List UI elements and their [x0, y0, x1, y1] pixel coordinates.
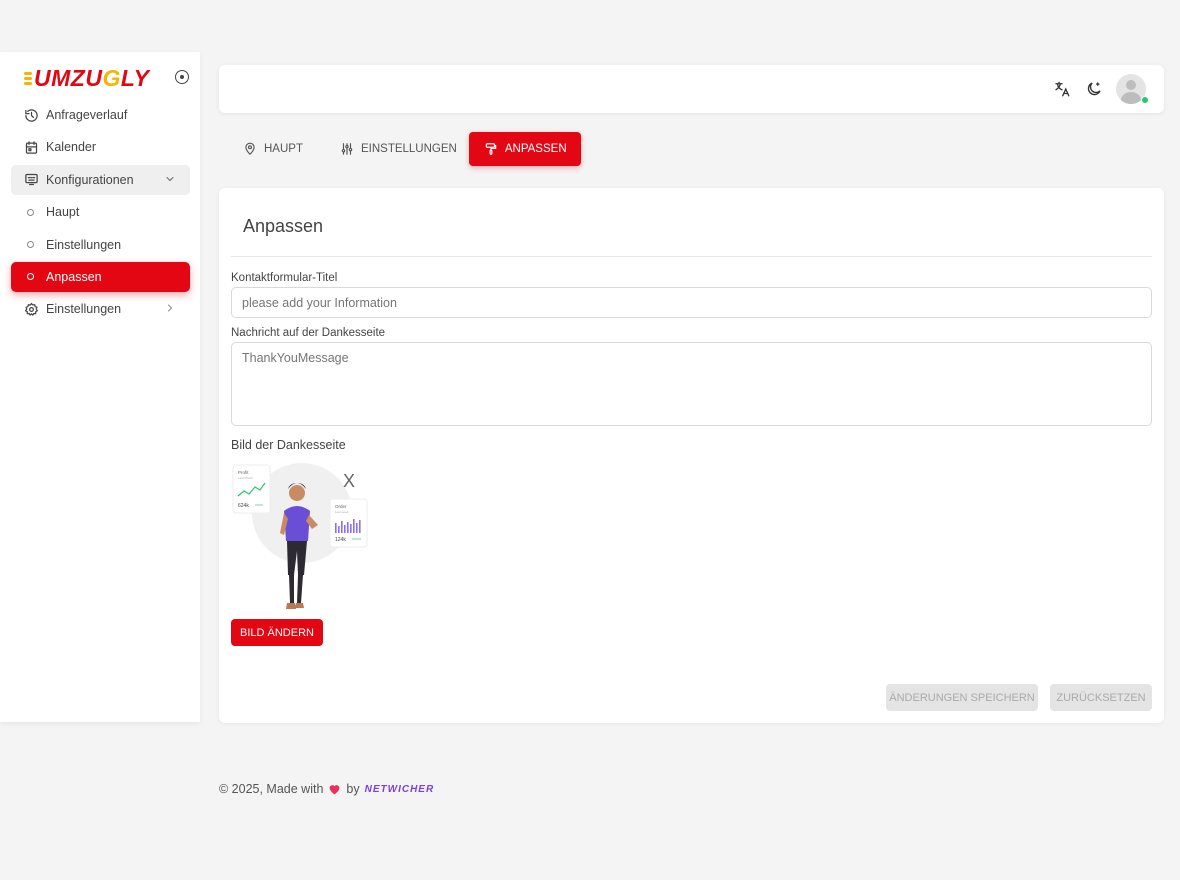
- contact-title-label: Kontaktformular-Titel: [231, 272, 338, 284]
- brand-logo[interactable]: UMZUGLY: [24, 64, 150, 91]
- thanks-image-label: Bild der Dankesseite: [231, 438, 346, 452]
- tab-label: EINSTELLUNGEN: [360, 143, 457, 155]
- circle-icon: [27, 273, 34, 281]
- tab-bar: HAUPT EINSTELLUNGEN ANPASSEN: [231, 132, 581, 166]
- tab-anpassen[interactable]: ANPASSEN: [468, 132, 581, 166]
- config-icon: [24, 172, 39, 187]
- sidebar-item-einstellungen[interactable]: Einstellungen: [11, 294, 190, 324]
- sidebar-item-konfigurationen[interactable]: Konfigurationen: [11, 164, 190, 195]
- history-icon: [24, 108, 39, 123]
- translate-icon[interactable]: [1052, 79, 1072, 99]
- save-changes-button[interactable]: ÄNDERUNGEN SPEICHERN: [886, 684, 1038, 711]
- sliders-icon: [340, 142, 354, 156]
- sidebar-item-label: Einstellungen: [46, 302, 122, 317]
- sidebar-item-anfrageverlauf[interactable]: Anfrageverlauf: [11, 100, 190, 130]
- circle-icon: [27, 208, 34, 216]
- sidebar-nav: Anfrageverlauf Kalender Konfigurationen …: [11, 100, 190, 327]
- remove-image-icon[interactable]: X: [343, 471, 355, 492]
- sidebar-subitem-haupt[interactable]: Haupt: [11, 197, 190, 227]
- tab-label: ANPASSEN: [504, 143, 567, 155]
- circle-icon: [27, 241, 34, 249]
- sidebar-item-label: Kalender: [46, 140, 97, 155]
- dark-mode-icon[interactable]: [1084, 79, 1104, 99]
- chevron-right-icon: [164, 302, 176, 317]
- sidebar-subitem-label: Haupt: [46, 205, 80, 220]
- chevron-down-icon: [164, 173, 176, 188]
- location-icon: [243, 142, 257, 156]
- brand-prefix: UMZU: [34, 64, 103, 91]
- thanks-message-label: Nachricht auf der Dankesseite: [231, 327, 386, 339]
- sidebar-subitem-einstellungen[interactable]: Einstellungen: [11, 230, 190, 260]
- footer-company-link[interactable]: NETWICHER: [365, 784, 435, 795]
- brand-highlight: G: [102, 64, 121, 91]
- contact-title-input[interactable]: [231, 287, 1152, 318]
- brand-suffix: LY: [120, 64, 150, 91]
- sidebar-item-label: Konfigurationen: [46, 172, 134, 187]
- preview-card1-sub: Last Month: [238, 476, 253, 480]
- paint-roller-icon: [484, 142, 498, 156]
- footer-by: by: [346, 782, 360, 796]
- sidebar-subitem-label: Anpassen: [46, 269, 102, 284]
- calendar-icon: [24, 140, 39, 155]
- sidebar-item-kalender[interactable]: Kalender: [11, 132, 190, 162]
- sidebar-subitem-anpassen[interactable]: Anpassen: [11, 261, 190, 292]
- top-bar: [219, 65, 1164, 113]
- sidebar: UMZUGLY Anfrageverlauf Kalender Konfigur…: [0, 52, 200, 722]
- customize-card: Anpassen Kontaktformular-Titel Nachricht…: [219, 188, 1164, 723]
- reset-button[interactable]: ZURÜCKSETZEN: [1050, 684, 1152, 711]
- preview-card2-value: 124k: [335, 537, 346, 543]
- preview-card1-value: 624k: [238, 503, 249, 509]
- preview-card2-title: Order: [335, 504, 347, 509]
- sidebar-toggle-icon[interactable]: [175, 70, 189, 84]
- logo-lines: [24, 70, 32, 87]
- tab-label: HAUPT: [264, 143, 303, 155]
- thanks-image-preview: Profit Last Month 624k Order Last week 1…: [232, 463, 370, 613]
- page-title: Anpassen: [243, 216, 324, 236]
- online-status-dot: [1141, 96, 1149, 104]
- gear-icon: [24, 302, 39, 317]
- tab-einstellungen[interactable]: EINSTELLUNGEN: [328, 132, 469, 166]
- thanks-message-textarea[interactable]: [231, 342, 1152, 426]
- heart-icon: [328, 783, 341, 795]
- footer: © 2025, Made with by NETWICHER: [219, 782, 434, 796]
- tab-haupt[interactable]: HAUPT: [231, 132, 315, 166]
- sidebar-item-label: Anfrageverlauf: [46, 108, 128, 122]
- preview-card1-title: Profit: [238, 470, 249, 475]
- change-image-button[interactable]: BILD ÄNDERN: [231, 619, 323, 646]
- sidebar-subitem-label: Einstellungen: [46, 237, 122, 252]
- preview-card2-sub: Last week: [335, 510, 349, 514]
- divider: [231, 256, 1152, 257]
- footer-text: © 2025, Made with: [219, 782, 324, 796]
